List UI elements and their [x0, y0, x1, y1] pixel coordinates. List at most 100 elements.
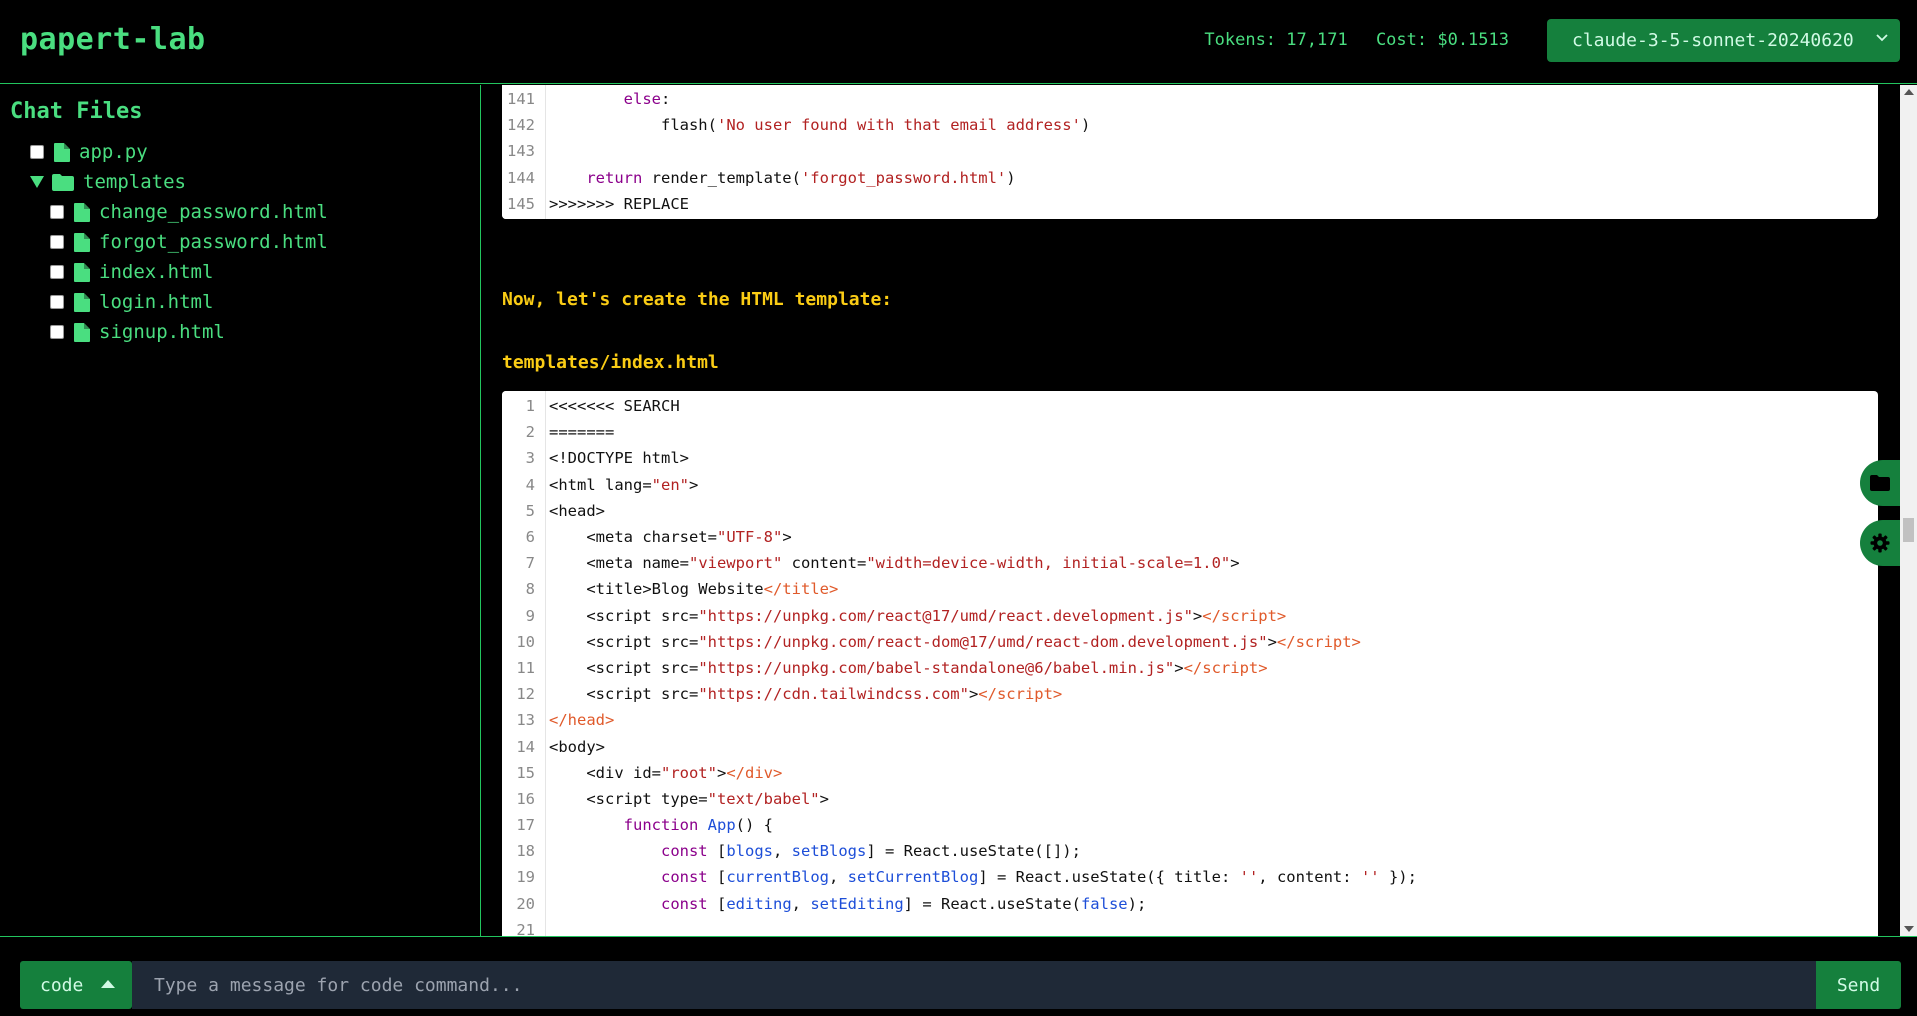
code-line: 2 =======: [502, 419, 1878, 445]
file-checkbox[interactable]: [50, 325, 64, 339]
file-checkbox[interactable]: [50, 295, 64, 309]
code-line: 145 >>>>>>> REPLACE: [502, 191, 1878, 217]
caret-down-icon[interactable]: [30, 176, 44, 188]
code-text: <!DOCTYPE html>: [549, 449, 689, 468]
scroll-up-arrow[interactable]: [1904, 89, 1914, 95]
file-item[interactable]: signup.html: [0, 317, 480, 347]
scroll-down-arrow[interactable]: [1904, 926, 1914, 932]
line-number: 15: [516, 763, 535, 782]
file-item[interactable]: index.html: [0, 257, 480, 287]
code-line: 15 <div id="root"></div>: [502, 760, 1878, 786]
line-number: 3: [525, 449, 535, 468]
file-icon: [74, 292, 90, 312]
code-block: 141 else: 142 flash('No user found with t…: [502, 85, 1878, 219]
code-block: 1 <<<<<<< SEARCH 2 ======= 3 <!DOCTYPE html> 4…: [502, 391, 1878, 936]
code-line: 21: [502, 917, 1878, 936]
code-line: 9 <script src="https://unpkg.com/react@1…: [502, 603, 1878, 629]
code-text: <meta charset="UTF-8">: [549, 528, 792, 547]
chat-files-sidebar: Chat Files app.py templates change_passwor…: [0, 85, 481, 936]
code-text: <head>: [549, 501, 605, 520]
code-text: <div id="root"></div>: [549, 763, 783, 782]
code-line: 12 <script src="https://cdn.tailwindcss.…: [502, 681, 1878, 707]
line-number: 145: [507, 194, 535, 213]
file-checkbox[interactable]: [50, 265, 64, 279]
file-label: forgot_password.html: [99, 231, 328, 253]
line-number: 10: [516, 632, 535, 651]
code-line: 19 const [currentBlog, setCurrentBlog] =…: [502, 864, 1878, 890]
file-checkbox[interactable]: [30, 145, 44, 159]
code-line: 14 <body>: [502, 733, 1878, 759]
token-count: Tokens: 17,171: [1204, 30, 1348, 50]
line-number: 21: [516, 920, 535, 936]
file-icon: [54, 142, 70, 162]
mode-select-button[interactable]: code: [20, 961, 132, 1009]
code-text: >>>>>>> REPLACE: [549, 194, 689, 213]
file-item[interactable]: forgot_password.html: [0, 227, 480, 257]
code-text: flash('No user found with that email add…: [549, 116, 1091, 135]
line-number: 8: [525, 580, 535, 599]
code-text: =======: [549, 423, 615, 442]
app-title: papert-lab: [20, 22, 206, 57]
cost-display: Cost: $0.1513: [1375, 30, 1509, 50]
code-text: return render_template('forgot_password.…: [586, 168, 1016, 187]
code-text: <body>: [549, 737, 605, 756]
code-line: 6 <meta charset="UTF-8">: [502, 524, 1878, 550]
folder-icon: [52, 173, 74, 191]
code-line: 18 const [blogs, setBlogs] = React.useSt…: [502, 838, 1878, 864]
file-item[interactable]: app.py: [0, 137, 480, 167]
code-text: <script src="https://unpkg.com/react-dom…: [549, 632, 1361, 651]
chat-input-bar: code Send: [0, 936, 1917, 1016]
code-line: 3 <!DOCTYPE html>: [502, 445, 1878, 471]
code-text: const [blogs, setBlogs] = React.useState…: [660, 842, 1081, 861]
file-checkbox[interactable]: [50, 205, 64, 219]
line-number: 141: [507, 90, 535, 109]
code-text: <script type="text/babel">: [549, 789, 829, 808]
file-item[interactable]: change_password.html: [0, 197, 480, 227]
file-item[interactable]: login.html: [0, 287, 480, 317]
line-number: 16: [516, 789, 535, 808]
code-line: 16 <script type="text/babel">: [502, 786, 1878, 812]
chat-main: 141 else: 142 flash('No user found with t…: [482, 85, 1900, 936]
files-toggle-button[interactable]: [1860, 460, 1900, 506]
code-text: <script src="https://cdn.tailwindcss.com…: [549, 685, 1063, 704]
message-input[interactable]: [132, 961, 1816, 1009]
folder-item[interactable]: templates: [0, 167, 480, 197]
code-text: const [editing, setEditing] = React.useS…: [660, 894, 1147, 913]
mode-label: code: [40, 974, 84, 996]
code-line: 144 return render_template('forgot_passw…: [502, 165, 1878, 191]
code-line: 10 <script src="https://unpkg.com/react-…: [502, 629, 1878, 655]
model-select[interactable]: claude-3-5-sonnet-20240620: [1547, 19, 1900, 62]
code-line: 1 <<<<<<< SEARCH: [502, 393, 1878, 419]
line-number: 17: [516, 816, 535, 835]
line-number: 4: [525, 475, 535, 494]
line-number: 2: [525, 423, 535, 442]
code-line: 8 <title>Blog Website</title>: [502, 576, 1878, 602]
code-file-label: templates/index.html: [502, 352, 719, 373]
scroll-thumb[interactable]: [1903, 518, 1914, 542]
main-scrollbar[interactable]: [1900, 85, 1917, 936]
file-icon: [74, 322, 90, 342]
code-line: 20 const [editing, setEditing] = React.u…: [502, 891, 1878, 917]
file-checkbox[interactable]: [50, 235, 64, 249]
code-line: 13 </head>: [502, 707, 1878, 733]
line-number: 18: [516, 842, 535, 861]
file-label: app.py: [79, 141, 148, 163]
model-select-value: claude-3-5-sonnet-20240620: [1572, 30, 1854, 51]
file-label: login.html: [99, 291, 214, 313]
code-line: 4 <html lang="en">: [502, 472, 1878, 498]
folder-icon: [1870, 475, 1890, 491]
line-number: 20: [516, 894, 535, 913]
line-number: 142: [507, 116, 535, 135]
line-number: 12: [516, 685, 535, 704]
code-text: <title>Blog Website</title>: [549, 580, 839, 599]
send-button[interactable]: Send: [1816, 961, 1901, 1009]
code-text: <script src="https://unpkg.com/react@17/…: [549, 606, 1287, 625]
code-text: function App() {: [623, 816, 773, 835]
file-icon: [74, 202, 90, 222]
line-number: 13: [516, 711, 535, 730]
settings-button[interactable]: [1860, 520, 1900, 566]
line-number: 7: [525, 554, 535, 573]
code-text: </head>: [549, 711, 615, 730]
sidebar-title: Chat Files: [10, 99, 143, 124]
chevron-down-icon: [1876, 34, 1888, 42]
